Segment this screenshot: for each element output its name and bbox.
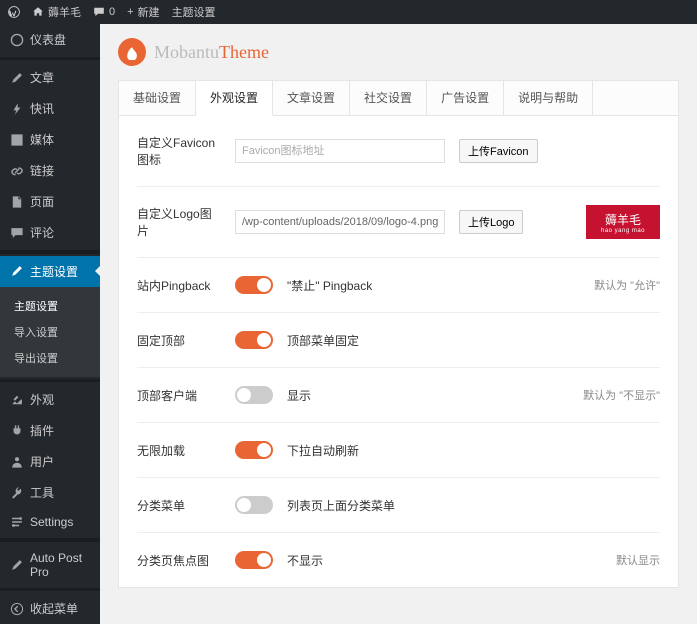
- comments-link[interactable]: 0: [93, 6, 115, 18]
- infinite-text: 下拉自动刷新: [287, 442, 359, 459]
- theme-settings-link[interactable]: 主题设置: [172, 4, 216, 20]
- focus-toggle[interactable]: [235, 551, 273, 569]
- focus-text: 不显示: [287, 552, 323, 569]
- settings-tabs: 基础设置 外观设置 文章设置 社交设置 广告设置 说明与帮助: [118, 80, 679, 116]
- logo-label: 自定义Logo图片: [137, 205, 221, 239]
- sidebar-item-comments[interactable]: 评论: [0, 217, 100, 248]
- sidebar-item-autopost[interactable]: Auto Post Pro: [0, 544, 100, 586]
- pingback-text: "禁止" Pingback: [287, 277, 372, 294]
- tab-appearance[interactable]: 外观设置: [196, 81, 273, 116]
- pingback-note: 默认为 "允许": [594, 277, 660, 293]
- pingback-toggle[interactable]: [235, 276, 273, 294]
- client-note: 默认为 "不显示": [583, 387, 660, 403]
- focus-label: 分类页焦点图: [137, 552, 221, 569]
- tab-ads[interactable]: 广告设置: [427, 81, 504, 115]
- row-catmenu: 分类菜单 列表页上面分类菜单: [137, 478, 660, 533]
- row-fixtop: 固定顶部 顶部菜单固定: [137, 313, 660, 368]
- row-logo: 自定义Logo图片 上传Logo 薅羊毛hao yang mao: [137, 187, 660, 258]
- sidebar-item-plugins[interactable]: 插件: [0, 415, 100, 446]
- row-client: 顶部客户端 显示 默认为 "不显示": [137, 368, 660, 423]
- sidebar-item-media[interactable]: 媒体: [0, 124, 100, 155]
- pingback-label: 站内Pingback: [137, 277, 221, 294]
- infinite-toggle[interactable]: [235, 441, 273, 459]
- sidebar-item-news[interactable]: 快讯: [0, 93, 100, 124]
- submenu-export[interactable]: 导出设置: [0, 345, 100, 371]
- settings-panel: 自定义Favicon图标 上传Favicon 自定义Logo图片 上传Logo …: [118, 116, 679, 588]
- sidebar-item-links[interactable]: 链接: [0, 155, 100, 186]
- catmenu-text: 列表页上面分类菜单: [287, 497, 395, 514]
- admin-sidebar: 仪表盘 文章 快讯 媒体 链接 页面 评论 主题设置 主题设置 导入设置 导出设…: [0, 24, 100, 624]
- row-focus: 分类页焦点图 不显示 默认显示: [137, 533, 660, 587]
- tab-basic[interactable]: 基础设置: [119, 81, 196, 115]
- sidebar-item-pages[interactable]: 页面: [0, 186, 100, 217]
- favicon-upload-button[interactable]: 上传Favicon: [459, 139, 538, 163]
- sidebar-submenu: 主题设置 导入设置 导出设置: [0, 287, 100, 377]
- new-link[interactable]: +新建: [127, 4, 159, 20]
- sidebar-item-dashboard[interactable]: 仪表盘: [0, 24, 100, 55]
- client-text: 显示: [287, 387, 311, 404]
- favicon-input[interactable]: [235, 139, 445, 163]
- sidebar-item-settings[interactable]: Settings: [0, 508, 100, 536]
- sidebar-item-posts[interactable]: 文章: [0, 62, 100, 93]
- client-toggle[interactable]: [235, 386, 273, 404]
- infinite-label: 无限加载: [137, 442, 221, 459]
- logo-input[interactable]: [235, 210, 445, 234]
- sidebar-item-users[interactable]: 用户: [0, 446, 100, 477]
- theme-brand: MobantuTheme: [118, 38, 679, 66]
- fixtop-text: 顶部菜单固定: [287, 332, 359, 349]
- logo-preview: 薅羊毛hao yang mao: [586, 205, 660, 239]
- tab-help[interactable]: 说明与帮助: [504, 81, 593, 115]
- fixtop-label: 固定顶部: [137, 332, 221, 349]
- row-favicon: 自定义Favicon图标 上传Favicon: [137, 116, 660, 187]
- tab-article[interactable]: 文章设置: [273, 81, 350, 115]
- client-label: 顶部客户端: [137, 387, 221, 404]
- catmenu-toggle[interactable]: [235, 496, 273, 514]
- catmenu-label: 分类菜单: [137, 497, 221, 514]
- tab-social[interactable]: 社交设置: [350, 81, 427, 115]
- logo-upload-button[interactable]: 上传Logo: [459, 210, 523, 234]
- sidebar-collapse[interactable]: 收起菜单: [0, 593, 100, 624]
- submenu-import[interactable]: 导入设置: [0, 319, 100, 345]
- brand-icon: [118, 38, 146, 66]
- fixtop-toggle[interactable]: [235, 331, 273, 349]
- sidebar-item-tools[interactable]: 工具: [0, 477, 100, 508]
- favicon-label: 自定义Favicon图标: [137, 134, 221, 168]
- row-pingback: 站内Pingback "禁止" Pingback 默认为 "允许": [137, 258, 660, 313]
- main-content: MobantuTheme 基础设置 外观设置 文章设置 社交设置 广告设置 说明…: [100, 24, 697, 624]
- admin-topbar: 薅羊毛 0 +新建 主题设置: [0, 0, 697, 24]
- wp-logo[interactable]: [8, 6, 20, 18]
- sidebar-item-appearance[interactable]: 外观: [0, 384, 100, 415]
- row-infinite: 无限加载 下拉自动刷新: [137, 423, 660, 478]
- submenu-theme-settings[interactable]: 主题设置: [0, 293, 100, 319]
- site-link[interactable]: 薅羊毛: [32, 4, 81, 20]
- sidebar-item-theme-settings[interactable]: 主题设置: [0, 256, 100, 287]
- focus-note: 默认显示: [616, 552, 660, 568]
